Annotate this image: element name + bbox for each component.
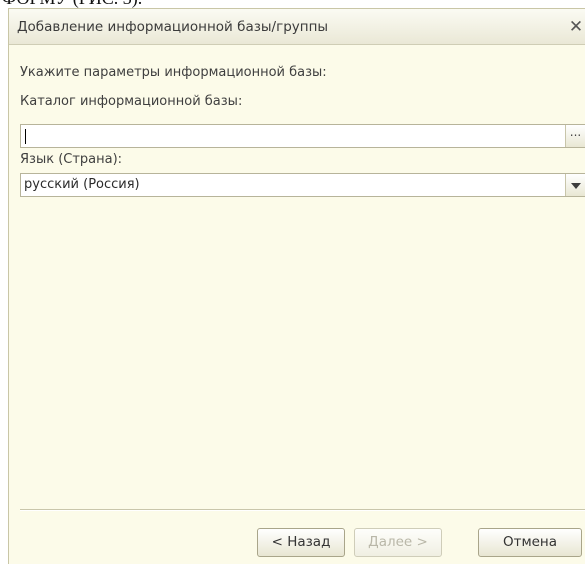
catalog-path-input[interactable]: ... xyxy=(20,124,585,148)
add-infobase-dialog: Добавление информационной базы/группы ✕ … xyxy=(8,8,585,564)
next-button[interactable]: Далее > xyxy=(354,528,442,557)
background-text-fragment: ФОРМУ (РИС. 3). xyxy=(2,0,142,8)
back-button[interactable]: < Назад xyxy=(257,528,345,557)
dialog-title: Добавление информационной базы/группы xyxy=(17,19,329,35)
catalog-label: Каталог информационной базы: xyxy=(20,94,243,109)
dropdown-button[interactable] xyxy=(565,174,585,196)
language-select[interactable]: русский (Россия) xyxy=(20,173,585,197)
background-document-text: ФОРМУ (РИС. 3). xyxy=(0,0,585,8)
text-cursor xyxy=(25,129,26,144)
dialog-titlebar[interactable]: Добавление информационной базы/группы ✕ xyxy=(9,9,585,45)
cancel-button[interactable]: Отмена xyxy=(478,528,582,557)
footer-separator xyxy=(20,509,585,511)
language-selected-value: русский (Россия) xyxy=(24,177,140,192)
instruction-text: Укажите параметры информационной базы: xyxy=(20,65,327,80)
close-icon[interactable]: ✕ xyxy=(567,18,585,36)
language-label: Язык (Страна): xyxy=(20,152,123,167)
ellipsis-icon[interactable]: ... xyxy=(565,125,585,147)
dropdown-arrow-icon xyxy=(571,183,581,189)
